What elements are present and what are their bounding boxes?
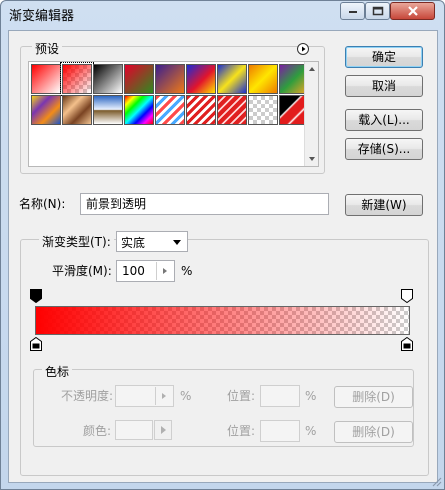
triangle-right-icon	[161, 426, 166, 434]
ok-button[interactable]: 确定	[345, 46, 423, 68]
preset-swatch-red-green[interactable]	[124, 64, 154, 94]
triangle-right-icon	[163, 268, 167, 274]
title-bar[interactable]: 渐变编辑器	[1, 1, 444, 29]
preset-swatch-checker-transparent[interactable]	[248, 95, 278, 125]
opacity-location-unit: %	[305, 389, 317, 403]
opacity-popup-button[interactable]	[155, 387, 172, 405]
color-stop-left[interactable]	[30, 336, 42, 351]
minimize-icon	[348, 11, 357, 13]
gradient-fill	[36, 307, 409, 334]
triangle-right-circle-icon[interactable]	[297, 43, 309, 55]
presets-scrollbar[interactable]	[304, 62, 318, 166]
gradient-type-value: 实底	[121, 236, 146, 250]
maximize-button[interactable]	[365, 2, 390, 20]
gradient-type-label: 渐变类型(T):	[39, 233, 114, 250]
maximize-icon	[372, 6, 383, 16]
gradient-preview-bar[interactable]	[35, 306, 410, 335]
load-button[interactable]: 载入(L)...	[345, 109, 423, 131]
smoothness-label: 平滑度(M):	[52, 264, 112, 278]
opacity-stop-left[interactable]	[30, 289, 42, 304]
minimize-button[interactable]	[340, 2, 365, 20]
name-input[interactable]: 前景到透明	[80, 193, 329, 215]
presets-swatch-list	[28, 61, 319, 167]
color-location-label: 位置:	[227, 424, 256, 438]
color-location-unit: %	[305, 424, 317, 438]
new-button[interactable]: 新建(W)	[345, 194, 423, 216]
delete-color-stop-button[interactable]: 删除(D)	[334, 421, 413, 443]
color-location-input[interactable]	[260, 420, 300, 442]
preset-swatch-blue-red-yellow[interactable]	[186, 64, 216, 94]
cancel-button[interactable]: 取消	[345, 75, 423, 97]
smoothness-unit: %	[181, 264, 193, 278]
opacity-label: 不透明度:	[61, 389, 114, 403]
resize-grip-icon[interactable]	[430, 475, 442, 487]
preset-swatch-transparent-rainbow[interactable]	[155, 95, 185, 125]
preset-swatch-foreground-to-transparent[interactable]	[60, 62, 94, 96]
opacity-stop-right[interactable]	[401, 289, 413, 304]
scroll-down-icon	[309, 157, 315, 161]
color-stop-right[interactable]	[401, 336, 413, 351]
color-popup-button[interactable]	[154, 420, 172, 440]
save-button[interactable]: 存储(S)...	[345, 138, 423, 160]
opacity-location-label: 位置:	[227, 389, 256, 403]
smoothness-popup-button[interactable]	[156, 262, 173, 280]
close-icon	[407, 6, 418, 16]
opacity-unit: %	[180, 389, 192, 403]
gradient-editor-window: 渐变编辑器 预设 确定 取消 载入(L)... 存储(S)... 名称(N): …	[0, 0, 445, 490]
preset-swatch-foreground-to-background[interactable]	[31, 64, 61, 94]
triangle-right-icon	[162, 393, 166, 399]
preset-swatch-orange-yellow-orange[interactable]	[248, 64, 278, 94]
preset-swatch-copper[interactable]	[62, 95, 92, 125]
preset-swatch-spectrum[interactable]	[124, 95, 154, 125]
color-stops-label: 色标	[42, 363, 73, 380]
preset-swatch-blue-yellow-blue[interactable]	[217, 64, 247, 94]
preset-swatch-yellow-violet-orange-blue[interactable]	[31, 95, 61, 125]
color-swatch[interactable]	[115, 420, 153, 440]
delete-opacity-stop-button[interactable]: 删除(D)	[334, 386, 413, 408]
preset-swatch-black-white[interactable]	[93, 64, 123, 94]
preset-swatch-transparent-stripes-red[interactable]	[186, 95, 216, 125]
preset-swatch-transparent-stripes-red-2[interactable]	[217, 95, 247, 125]
preset-swatch-violet-orange[interactable]	[155, 64, 185, 94]
color-label: 颜色:	[83, 424, 112, 438]
gradient-type-select[interactable]: 实底	[116, 231, 188, 252]
scroll-up-icon	[309, 67, 315, 71]
close-button[interactable]	[390, 2, 435, 20]
smoothness-value: 100	[122, 264, 145, 278]
chevron-down-icon	[173, 240, 181, 245]
preset-swatch-chrome[interactable]	[93, 95, 123, 125]
name-label: 名称(N):	[19, 197, 66, 211]
presets-label: 预设	[32, 40, 63, 57]
window-title: 渐变编辑器	[9, 9, 75, 24]
opacity-location-input[interactable]	[260, 385, 300, 407]
